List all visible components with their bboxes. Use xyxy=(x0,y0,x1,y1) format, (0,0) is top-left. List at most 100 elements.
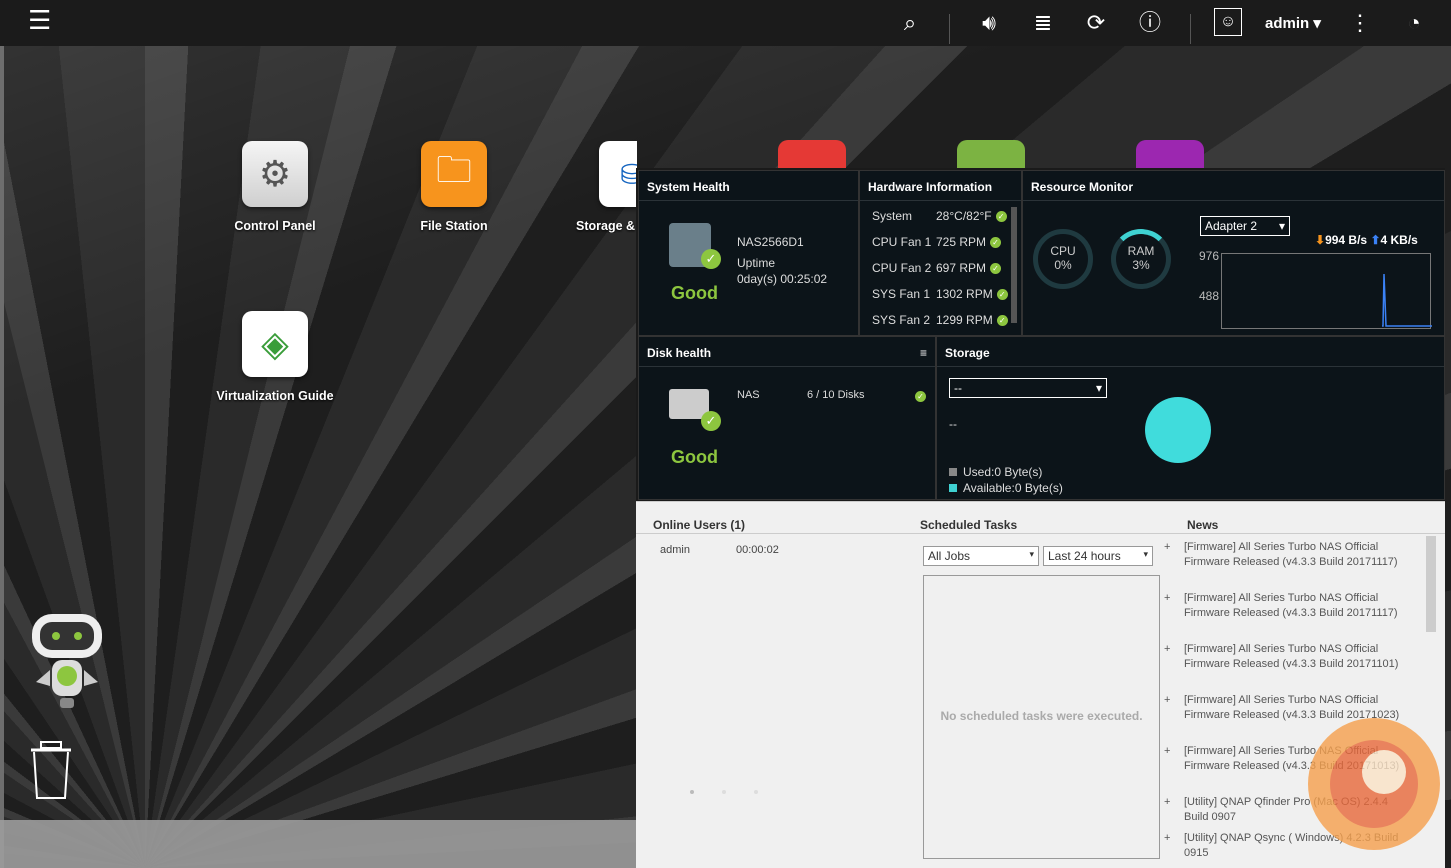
uptime-value: 0day(s) 00:25:02 xyxy=(737,272,828,286)
widget-title: Disk health xyxy=(647,346,712,360)
ram-gauge: RAM 3% xyxy=(1111,229,1171,289)
storage-pie xyxy=(1145,397,1211,463)
resource-monitor-widget[interactable]: Resource Monitor CPU 0% RAM 3% Adapter 2 ▾ … xyxy=(1022,170,1445,336)
network-chart xyxy=(1221,253,1432,329)
sync-icon[interactable]: ⟳ xyxy=(1081,9,1111,39)
time-filter-select[interactable]: Last 24 hours ▾ xyxy=(1043,546,1153,566)
dashboard-icon[interactable]: ◔ xyxy=(1399,9,1429,39)
hardware-value: 725 RPM xyxy=(936,235,987,249)
check-icon: ✓ xyxy=(701,249,721,269)
news-item[interactable]: [Firmware] All Series Turbo NAS Official… xyxy=(1164,540,1414,570)
ram-value: 3% xyxy=(1132,258,1150,272)
cube-icon: ◈ xyxy=(242,311,308,377)
uptime-label: Uptime xyxy=(737,256,776,270)
widget-title: Storage xyxy=(937,337,1444,367)
jobs-filter-value: All Jobs xyxy=(928,549,971,563)
pager-dot[interactable] xyxy=(722,790,726,794)
info-icon[interactable]: ⓘ xyxy=(1135,9,1165,39)
hardware-row-name: System xyxy=(872,209,913,223)
volume-value: -- xyxy=(954,381,962,395)
hardware-row-value: 1299 RPM ✓ xyxy=(936,313,1008,327)
control-panel-app[interactable]: ⚙ Control Panel xyxy=(215,141,335,233)
divider xyxy=(1190,14,1191,44)
more-icon[interactable]: ⋮ xyxy=(1345,9,1375,39)
app-label: Storage & S xyxy=(576,219,637,233)
storage-widget[interactable]: Storage -- ▾ -- Used:0 Byte(s) Available:… xyxy=(936,336,1445,500)
check-icon: ✓ xyxy=(990,263,1002,275)
app-icon-partial[interactable] xyxy=(778,140,846,170)
hardware-row-value: 28°C/82°F ✓ xyxy=(936,209,1007,223)
check-icon: ✓ xyxy=(995,211,1007,223)
system-health-widget[interactable]: System Health ✓ NAS2566D1 Uptime 0day(s)… xyxy=(638,170,859,336)
app-label: Control Panel xyxy=(234,219,316,233)
volume-select[interactable]: -- ▾ xyxy=(949,378,1107,398)
divider xyxy=(949,14,950,44)
time-filter-value: Last 24 hours xyxy=(1048,549,1121,563)
storage-app[interactable]: ⛁ Storage & S xyxy=(573,141,637,233)
online-user-time: 00:00:02 xyxy=(736,544,779,556)
list-icon[interactable]: ≡ xyxy=(920,346,927,360)
hardware-value: 697 RPM xyxy=(936,261,987,275)
upload-value: 4 KB/s xyxy=(1380,233,1418,247)
health-status: Good xyxy=(671,283,718,303)
scheduled-tasks-title: Scheduled Tasks xyxy=(920,518,1018,532)
app-icon-partial[interactable] xyxy=(957,140,1025,170)
hardware-row-name: SYS Fan 1 xyxy=(872,287,931,301)
trash-icon[interactable] xyxy=(29,740,73,800)
helpdesk-robot-icon[interactable] xyxy=(24,612,110,712)
widget-header: Disk health ≡ xyxy=(639,337,935,367)
search-icon[interactable]: ⌕ xyxy=(895,9,925,39)
task-list: No scheduled tasks were executed. xyxy=(923,575,1160,859)
app-label: Virtualization Guide xyxy=(216,389,334,403)
hardware-value: 1302 RPM xyxy=(936,287,993,301)
desktop: ☰ ⌕ 🔊︎ ≣ ⟳ ⓘ ☺ admin ▾ ⋮ ◔ ⚙ Control Pan… xyxy=(0,0,1451,868)
speaker-icon[interactable]: 🔊︎ xyxy=(974,9,1004,39)
taskbar-strip xyxy=(0,820,640,868)
download-rate: ⬇994 B/s ⬆4 KB/s xyxy=(1315,233,1418,247)
jobs-filter-select[interactable]: All Jobs ▾ xyxy=(923,546,1039,566)
news-item[interactable]: [Firmware] All Series Turbo NAS Official… xyxy=(1164,591,1414,621)
logo-watermark xyxy=(1300,710,1448,858)
news-title: News xyxy=(1187,518,1219,532)
disk-name: NAS xyxy=(737,389,760,401)
menu-icon[interactable]: ☰ xyxy=(28,7,54,33)
storage-icon: ⛁ xyxy=(599,141,637,207)
hardware-value: 1299 RPM xyxy=(936,313,993,327)
app-icon-partial[interactable] xyxy=(1136,140,1204,170)
username-label: admin xyxy=(1265,15,1310,32)
virtualization-guide-app[interactable]: ◈ Virtualization Guide xyxy=(215,311,335,403)
disk-health-widget[interactable]: Disk health ≡ ✓ NAS 6 / 10 Disks ✓ Good xyxy=(638,336,936,500)
axis-label: 488 xyxy=(1199,289,1220,303)
pager-dot[interactable] xyxy=(690,790,694,794)
download-value: 994 B/s xyxy=(1325,233,1368,247)
available-legend: Available:0 Byte(s) xyxy=(949,481,1063,495)
available-value: Available:0 Byte(s) xyxy=(963,481,1063,495)
hardware-info-widget[interactable]: Hardware Information System 28°C/82°F ✓ CP… xyxy=(859,170,1022,336)
folder-icon: 🗀 xyxy=(421,141,487,207)
disk-status: Good xyxy=(671,447,718,467)
file-station-app[interactable]: 🗀 File Station xyxy=(394,141,514,233)
cpu-value: 0% xyxy=(1054,258,1072,272)
pager-dot[interactable] xyxy=(754,790,758,794)
check-icon: ✓ xyxy=(996,315,1008,327)
empty-message: No scheduled tasks were executed. xyxy=(940,709,1143,723)
cpu-gauge: CPU 0% xyxy=(1033,229,1093,289)
online-users-title: Online Users (1) xyxy=(653,518,746,532)
user-icon[interactable]: ☺ xyxy=(1214,8,1242,36)
news-item[interactable]: [Firmware] All Series Turbo NAS Official… xyxy=(1164,642,1414,672)
used-legend: Used:0 Byte(s) xyxy=(949,465,1042,479)
scrollbar[interactable] xyxy=(1426,536,1436,632)
used-value: Used:0 Byte(s) xyxy=(963,465,1043,479)
hardware-row-value: 697 RPM ✓ xyxy=(936,261,1002,275)
adapter-select[interactable]: Adapter 2 ▾ xyxy=(1200,216,1290,236)
tasks-icon[interactable]: ≣ xyxy=(1028,9,1058,39)
axis-label: 976 xyxy=(1199,249,1220,263)
widget-title: Resource Monitor xyxy=(1023,171,1444,201)
widget-title: System Health xyxy=(639,171,858,201)
top-bar: ☰ ⌕ 🔊︎ ≣ ⟳ ⓘ ☺ admin ▾ ⋮ ◔ xyxy=(0,0,1451,46)
scrollbar[interactable] xyxy=(1011,207,1017,323)
hardware-row-value: 1302 RPM ✓ xyxy=(936,287,1008,301)
widget-title: Hardware Information xyxy=(860,171,1021,201)
hardware-row-name: CPU Fan 2 xyxy=(872,261,932,275)
username-menu[interactable]: admin ▾ xyxy=(1265,14,1321,32)
